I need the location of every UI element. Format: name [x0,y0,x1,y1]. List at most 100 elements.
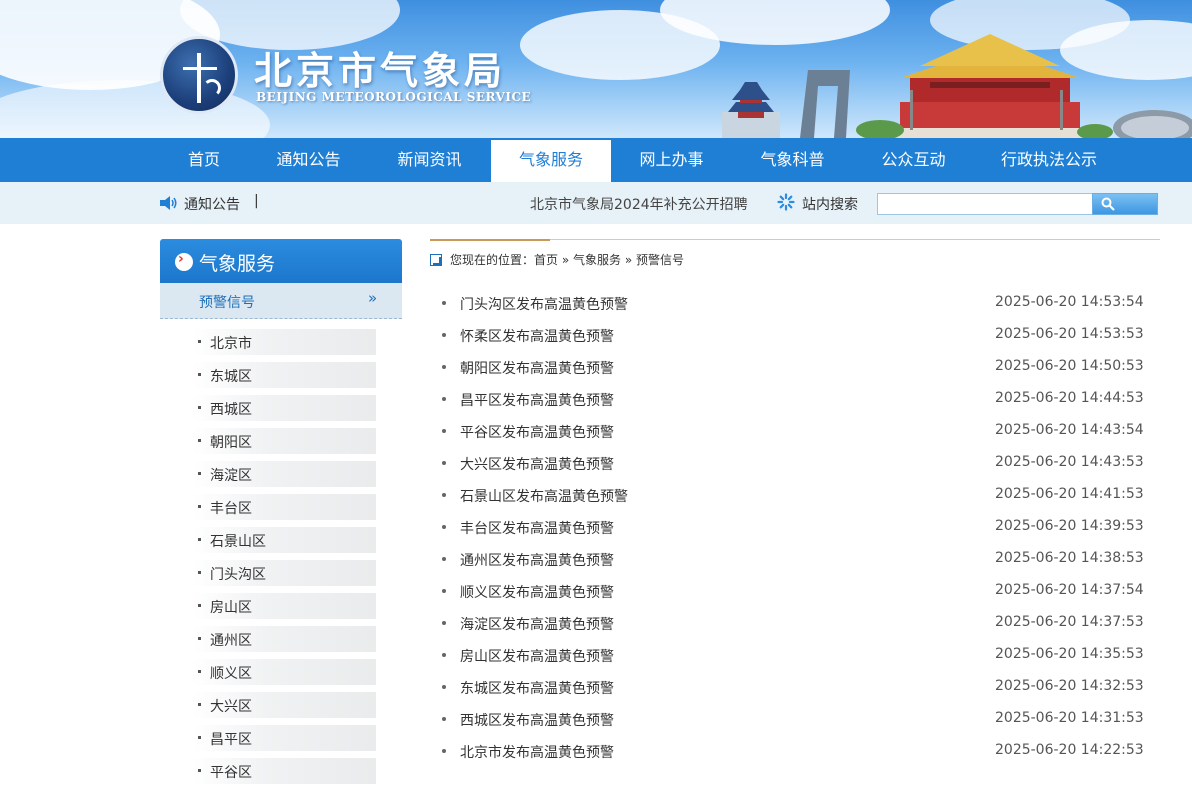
bullet-icon [442,525,446,529]
search-icon [1101,197,1115,211]
warning-timestamp: 2025-06-20 14:43:53 [995,454,1144,470]
warning-title-link[interactable]: 平谷区发布高温黄色预警 [460,422,614,442]
sidebar-item-beijing[interactable]: 北京市 [193,329,376,355]
sidebar-item-label: 顺义区 [210,666,252,682]
search-button[interactable] [1092,193,1158,215]
sidebar-item-xicheng[interactable]: 西城区 [193,395,376,421]
sidebar-item-tongzhou[interactable]: 通州区 [193,626,376,652]
nav-item-online-services[interactable]: 网上办事 [611,138,732,182]
sidebar-item-changping[interactable]: 昌平区 [193,725,376,751]
bullet-icon [198,505,201,508]
warning-timestamp: 2025-06-20 14:32:53 [995,678,1144,694]
nav-item-law-enforcement[interactable]: 行政执法公示 [974,138,1124,182]
warning-title-link[interactable]: 西城区发布高温黄色预警 [460,710,614,730]
notice-separator: | [254,193,259,209]
bullet-icon [198,571,201,574]
breadcrumb-current: 预警信号 [636,253,685,267]
warning-title-link[interactable]: 东城区发布高温黄色预警 [460,678,614,698]
warning-timestamp: 2025-06-20 14:53:54 [995,294,1144,310]
breadcrumb-home[interactable]: 首页 [534,253,558,267]
sidebar-item-label: 丰台区 [210,501,252,517]
site-logo-title[interactable]: 北京市气象局 [254,40,506,95]
speaker-icon [160,196,177,210]
nav-item-science[interactable]: 气象科普 [732,138,853,182]
sidebar-item-haidian[interactable]: 海淀区 [193,461,376,487]
breadcrumb-separator: » [621,253,637,267]
content-divider [430,239,1160,241]
sidebar-item-fangshan[interactable]: 房山区 [193,593,376,619]
warning-title-link[interactable]: 大兴区发布高温黄色预警 [460,454,614,474]
bullet-icon [198,406,201,409]
notice-headline-link[interactable]: 北京市气象局2024年补充公开招聘 [530,194,748,214]
sidebar-current-label: 预警信号 [199,295,255,311]
bullet-icon [442,301,446,305]
sidebar-title: 气象服务 [199,253,276,275]
warning-title-link[interactable]: 昌平区发布高温黄色预警 [460,390,614,410]
warning-title-link[interactable]: 房山区发布高温黄色预警 [460,646,614,666]
warning-timestamp: 2025-06-20 14:35:53 [995,646,1144,662]
nav-item-public-interaction[interactable]: 公众互动 [853,138,974,182]
bullet-icon [198,637,201,640]
breadcrumb: 您现在的位置：首页 » 气象服务 » 预警信号 [450,251,684,268]
sidebar-item-shijingshan[interactable]: 石景山区 [193,527,376,553]
bullet-icon [198,670,201,673]
sidebar-item-label: 朝阳区 [210,435,252,451]
sidebar-item-mentougou[interactable]: 门头沟区 [193,560,376,586]
nav-item-announcements[interactable]: 通知公告 [248,138,369,182]
warning-title-link[interactable]: 北京市发布高温黄色预警 [460,742,614,762]
warning-timestamp: 2025-06-20 14:41:53 [995,486,1144,502]
nav-item-weather-service[interactable]: 气象服务 [491,140,611,182]
sidebar-item-label: 石景山区 [210,534,266,550]
sidebar-item-dongcheng[interactable]: 东城区 [193,362,376,388]
bullet-icon [198,604,201,607]
bullet-icon [198,340,201,343]
warning-timestamp: 2025-06-20 14:37:53 [995,614,1144,630]
warning-timestamp: 2025-06-20 14:37:54 [995,582,1144,598]
warning-title-link[interactable]: 门头沟区发布高温黄色预警 [460,294,628,314]
warning-title-link[interactable]: 石景山区发布高温黄色预警 [460,486,628,506]
bullet-icon [442,493,446,497]
double-chevron-right-icon: » [368,289,378,307]
beijing-landmarks-illustration [722,34,1192,138]
warning-title-link[interactable]: 顺义区发布高温黄色预警 [460,582,614,602]
warning-title-link[interactable]: 朝阳区发布高温黄色预警 [460,358,614,378]
sidebar-item-label: 平谷区 [210,765,252,781]
bullet-icon [198,769,201,772]
breadcrumb-prefix: 您现在的位置： [450,253,535,267]
header-banner: 北京市气象局 BEIJING METEOROLOGICAL SERVICE [0,0,1192,138]
sidebar-item-shunyi[interactable]: 顺义区 [193,659,376,685]
bullet-icon [442,333,446,337]
nav-item-home[interactable]: 首页 [160,138,248,182]
bullet-icon [442,429,446,433]
warning-timestamp: 2025-06-20 14:53:53 [995,326,1144,342]
warning-title-link[interactable]: 怀柔区发布高温黄色预警 [460,326,614,346]
warning-title-link[interactable]: 通州区发布高温黄色预警 [460,550,614,570]
warning-title-link[interactable]: 丰台区发布高温黄色预警 [460,518,614,538]
notice-label[interactable]: 通知公告 [184,194,240,214]
warning-timestamp: 2025-06-20 14:22:53 [995,742,1144,758]
sidebar-item-label: 西城区 [210,402,252,418]
sidebar-current-category[interactable]: 预警信号 » [160,283,402,319]
bullet-icon [442,717,446,721]
bullet-icon [442,621,446,625]
sidebar-item-pinggu[interactable]: 平谷区 [193,758,376,784]
search-input[interactable] [877,193,1093,215]
sidebar-item-fengtai[interactable]: 丰台区 [193,494,376,520]
nav-item-news[interactable]: 新闻资讯 [369,138,490,182]
warning-timestamp: 2025-06-20 14:44:53 [995,390,1144,406]
bullet-icon [442,365,446,369]
bullet-icon [442,653,446,657]
breadcrumb-section[interactable]: 气象服务 [573,253,621,267]
sidebar-item-label: 房山区 [210,600,252,616]
sidebar-item-label: 通州区 [210,633,252,649]
sidebar-item-chaoyang[interactable]: 朝阳区 [193,428,376,454]
sidebar-item-label: 大兴区 [210,699,252,715]
site-search-spinner-icon [777,193,795,211]
warning-timestamp: 2025-06-20 14:31:53 [995,710,1144,726]
bullet-icon [442,557,446,561]
sidebar-item-label: 昌平区 [210,732,252,748]
meteorological-service-logo-icon[interactable] [160,36,238,114]
sidebar-item-daxing[interactable]: 大兴区 [193,692,376,718]
warning-title-link[interactable]: 海淀区发布高温黄色预警 [460,614,614,634]
location-arrow-icon [430,254,442,266]
